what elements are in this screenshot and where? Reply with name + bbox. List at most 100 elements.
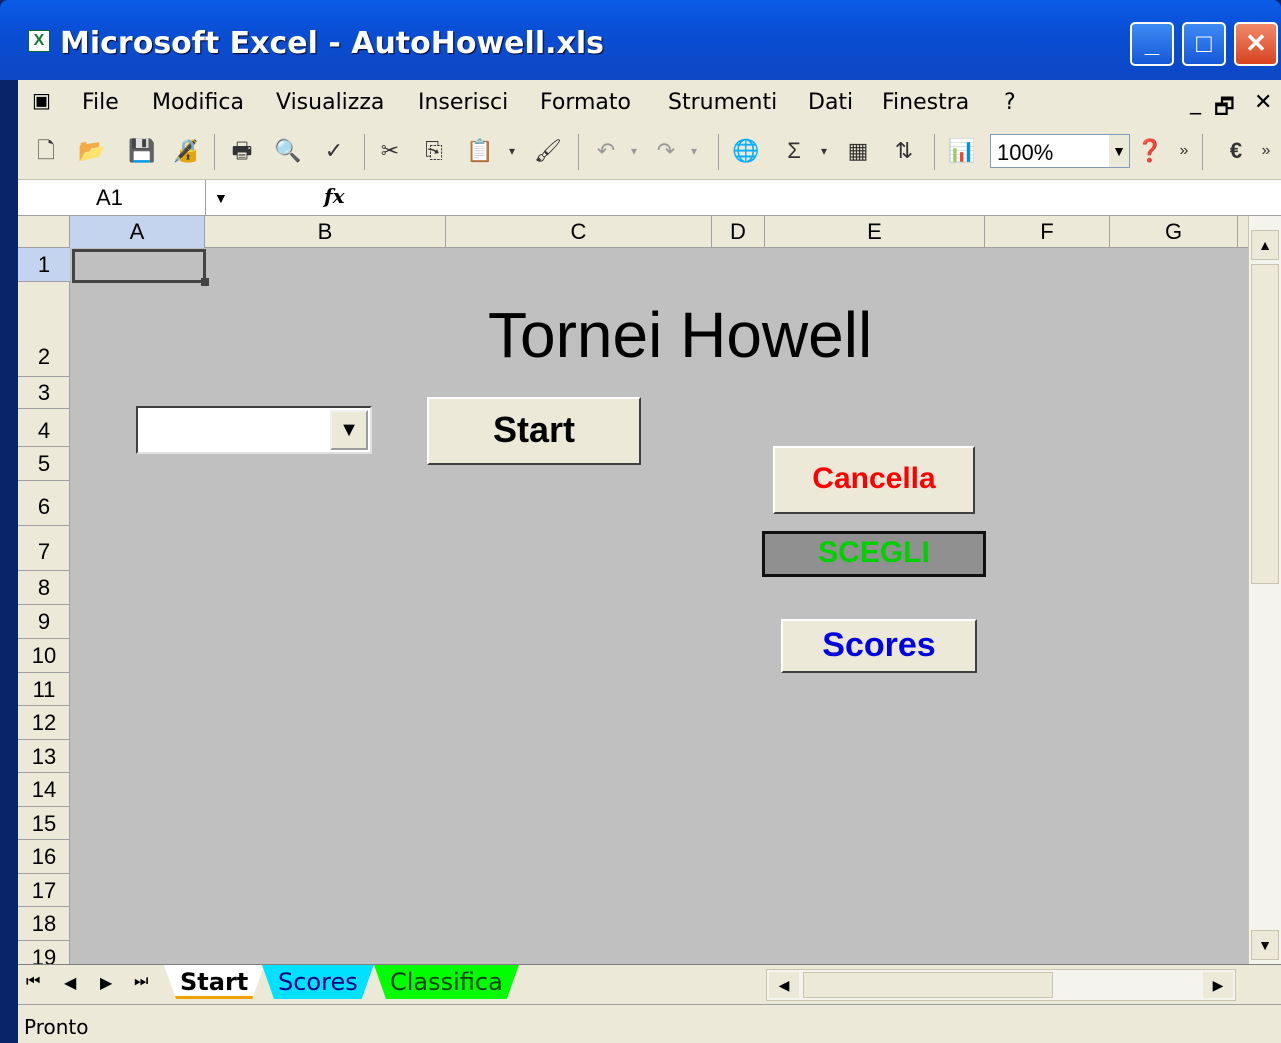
- chart-wizard-icon[interactable]: 📊: [948, 136, 976, 166]
- row-header-6[interactable]: 6: [18, 481, 70, 526]
- row-header-15[interactable]: 15: [18, 807, 70, 840]
- row-header-1[interactable]: 1: [18, 248, 70, 282]
- doc-minimize-button[interactable]: _: [1190, 90, 1201, 115]
- print-preview-icon[interactable]: 🔍: [274, 136, 302, 166]
- select-all-corner[interactable]: [18, 216, 70, 248]
- row-header-8[interactable]: 8: [18, 571, 70, 605]
- menu-modifica[interactable]: Modifica: [152, 90, 244, 115]
- menu-strumenti[interactable]: Strumenti: [668, 90, 777, 115]
- print-icon[interactable]: 🖶: [228, 136, 256, 166]
- horizontal-scrollbar[interactable]: ◀ ▶: [766, 969, 1236, 1001]
- vertical-scroll-thumb[interactable]: [1251, 264, 1279, 584]
- hyperlink-icon[interactable]: 🌐: [732, 136, 760, 166]
- paste-dropdown-icon[interactable]: ▾: [498, 136, 526, 166]
- open-icon[interactable]: 📂: [78, 136, 106, 166]
- scroll-down-icon[interactable]: ▼: [1251, 930, 1279, 960]
- first-sheet-icon[interactable]: ⏮: [26, 973, 40, 991]
- column-header-a[interactable]: A: [70, 216, 205, 248]
- doc-close-button[interactable]: ✕: [1254, 90, 1272, 115]
- undo-dropdown-icon[interactable]: ▾: [620, 136, 648, 166]
- undo-icon[interactable]: ↶: [592, 136, 620, 166]
- row-header-9[interactable]: 9: [18, 605, 70, 639]
- formula-input[interactable]: [358, 180, 1258, 216]
- menu-formato[interactable]: Formato: [540, 90, 631, 115]
- excel-icon[interactable]: X: [28, 30, 50, 52]
- doc-restore-button[interactable]: 🗗: [1214, 90, 1235, 128]
- menu-finestra[interactable]: Finestra: [882, 90, 969, 115]
- row-header-17[interactable]: 17: [18, 874, 70, 907]
- cut-icon[interactable]: ✂: [376, 136, 404, 166]
- fx-icon[interactable]: fx: [324, 184, 345, 208]
- row-header-5[interactable]: 5: [18, 447, 70, 481]
- sheet-tab-classifica[interactable]: Classifica: [374, 965, 519, 999]
- row-header-12[interactable]: 12: [18, 706, 70, 740]
- column-header-d[interactable]: D: [712, 216, 765, 248]
- help-icon[interactable]: ❓: [1136, 136, 1164, 166]
- paste-icon[interactable]: 📋: [466, 136, 494, 166]
- scroll-left-icon[interactable]: ◀: [769, 972, 799, 998]
- zoom-select[interactable]: 100% ▼: [990, 134, 1130, 168]
- row-header-10[interactable]: 10: [18, 639, 70, 673]
- row-header-16[interactable]: 16: [18, 840, 70, 874]
- toolbar-options-icon[interactable]: »: [1170, 136, 1198, 166]
- horizontal-scroll-thumb[interactable]: [803, 972, 1053, 998]
- spelling-icon[interactable]: ✓: [320, 136, 348, 166]
- title-bar[interactable]: X Microsoft Excel - AutoHowell.xls _ □ ✕: [0, 0, 1281, 80]
- prev-sheet-icon[interactable]: ◀: [64, 973, 76, 993]
- sheet-tab-scores[interactable]: Scores: [262, 965, 374, 999]
- active-cell-a1[interactable]: [72, 249, 206, 283]
- menu-visualizza[interactable]: Visualizza: [276, 90, 384, 115]
- sheet-tab-start[interactable]: Start: [164, 965, 264, 999]
- next-sheet-icon[interactable]: ▶: [100, 973, 112, 993]
- row-header-13[interactable]: 13: [18, 740, 70, 773]
- new-icon[interactable]: 🗋: [32, 136, 60, 166]
- cancella-button[interactable]: Cancella: [773, 446, 975, 514]
- menu-inserisci[interactable]: Inserisci: [418, 90, 508, 115]
- column-header-e[interactable]: E: [765, 216, 985, 248]
- start-button[interactable]: Start: [427, 397, 641, 465]
- menu-help[interactable]: ?: [1004, 90, 1016, 115]
- scroll-up-icon[interactable]: ▲: [1251, 230, 1279, 260]
- row-header-14[interactable]: 14: [18, 773, 70, 807]
- copy-icon[interactable]: ⎘: [420, 136, 448, 166]
- tournament-combobox[interactable]: ▼: [136, 406, 372, 454]
- row-header-11[interactable]: 11: [18, 673, 70, 706]
- row-header-18[interactable]: 18: [18, 907, 70, 941]
- menu-dati[interactable]: Dati: [808, 90, 853, 115]
- scegli-button[interactable]: SCEGLI: [762, 531, 986, 577]
- row-header-3[interactable]: 3: [18, 377, 70, 409]
- permission-icon[interactable]: 🔏: [172, 136, 200, 166]
- column-header-b[interactable]: B: [205, 216, 446, 248]
- column-header-c[interactable]: C: [446, 216, 712, 248]
- menu-file[interactable]: File: [82, 90, 119, 115]
- column-header-f[interactable]: F: [985, 216, 1110, 248]
- scores-button[interactable]: Scores: [781, 619, 977, 673]
- redo-dropdown-icon[interactable]: ▾: [680, 136, 708, 166]
- close-button[interactable]: ✕: [1234, 22, 1278, 66]
- document-icon[interactable]: ▣: [32, 88, 51, 112]
- vertical-scrollbar[interactable]: ▲ ▼: [1248, 216, 1281, 964]
- worksheet-grid[interactable]: A B C D E F G 1 2 3 4 5 6 7 8 9 10 11 12…: [18, 216, 1248, 964]
- scroll-right-icon[interactable]: ▶: [1203, 972, 1233, 998]
- sort-asc-icon[interactable]: ⇅: [890, 136, 918, 166]
- toolbar-options-icon[interactable]: »: [1252, 136, 1280, 166]
- row-header-2[interactable]: 2: [18, 282, 70, 377]
- column-header-g[interactable]: G: [1110, 216, 1238, 248]
- autosum-icon[interactable]: Σ: [780, 136, 808, 166]
- redo-icon[interactable]: ↷: [652, 136, 680, 166]
- chevron-down-icon[interactable]: ▼: [330, 410, 368, 450]
- chevron-down-icon[interactable]: ▼: [214, 190, 228, 206]
- autosum-dropdown-icon[interactable]: ▾: [810, 136, 838, 166]
- chevron-down-icon[interactable]: ▼: [1109, 135, 1129, 167]
- fill-handle[interactable]: [201, 278, 209, 286]
- maximize-button[interactable]: □: [1182, 22, 1226, 66]
- save-icon[interactable]: 💾: [128, 136, 156, 166]
- euro-icon[interactable]: €: [1222, 136, 1250, 166]
- row-header-19[interactable]: 19: [18, 941, 70, 964]
- name-box[interactable]: A1: [18, 180, 206, 216]
- minimize-button[interactable]: _: [1130, 22, 1174, 66]
- euro-conversion-icon[interactable]: ▦: [844, 136, 872, 166]
- row-header-7[interactable]: 7: [18, 526, 70, 571]
- format-painter-icon[interactable]: 🖌: [534, 136, 562, 166]
- row-header-4[interactable]: 4: [18, 409, 70, 447]
